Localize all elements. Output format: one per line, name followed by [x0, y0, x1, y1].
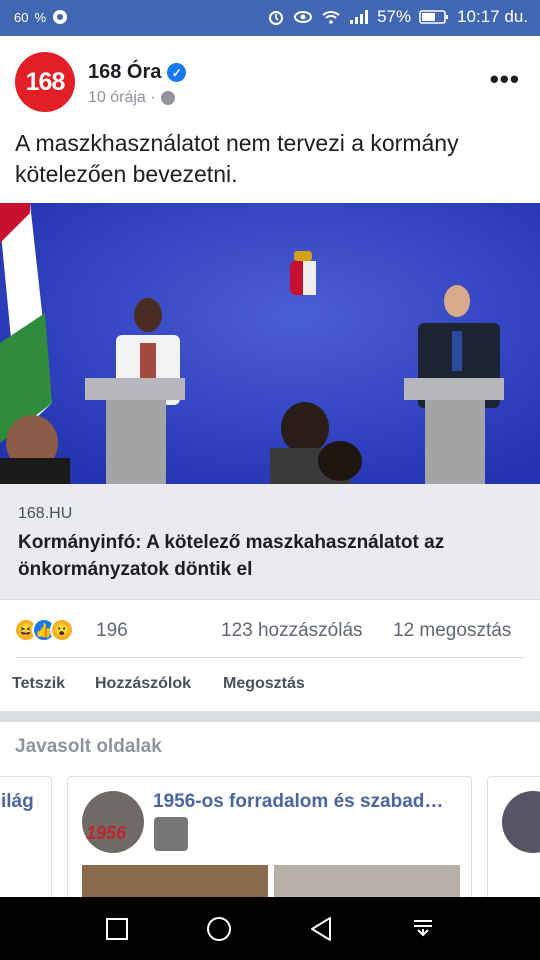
status-left: 60% — [14, 9, 68, 25]
comment-count[interactable]: 123 hozzászólás — [221, 620, 363, 642]
suggested-card-next-avatar — [502, 791, 540, 853]
page-name-row[interactable]: 168 Óra ✓ — [88, 61, 187, 84]
reaction-count[interactable]: 196 — [96, 620, 128, 642]
verified-badge-icon: ✓ — [167, 63, 187, 82]
home-icon[interactable] — [204, 914, 234, 944]
globe-icon — [160, 91, 175, 105]
alarm-icon — [269, 11, 284, 25]
wifi-icon — [322, 11, 340, 24]
page-avatar-text: 168 — [25, 67, 66, 96]
share-count[interactable]: 12 megosztás — [393, 620, 511, 642]
post-text: A maszkhasználatot nem tervezi a kormány… — [15, 130, 459, 187]
reaction-icons[interactable]: 😆 👍 😮 — [14, 618, 74, 642]
suggested-pages-heading: Javasolt oldalak — [15, 736, 162, 757]
like-button[interactable]: Tetszik — [12, 675, 65, 693]
page-avatar[interactable]: 168 — [15, 52, 75, 112]
post-actions: Tetszik Hozzászólok Megosztás — [0, 660, 540, 710]
suggested-card-title[interactable]: 1956-os forradalom és szabad… — [153, 791, 463, 813]
suggested-card-previous-title: ilág — [1, 791, 34, 812]
signal-icon — [350, 10, 369, 24]
divider — [15, 657, 525, 658]
battery-icon — [419, 10, 449, 24]
browser-icon — [53, 10, 68, 24]
photo-illustration — [0, 203, 540, 484]
suggested-card-avatar[interactable]: 1956 — [82, 791, 144, 853]
notification-pull-icon[interactable] — [408, 914, 438, 944]
section-separator — [0, 711, 540, 722]
more-options-icon[interactable]: ••• — [490, 64, 520, 95]
comment-button[interactable]: Hozzászólok — [95, 675, 191, 693]
link-domain: 168.HU — [18, 505, 73, 522]
clock: 10:17 du. — [457, 7, 528, 26]
battery-percent: 57% — [377, 7, 412, 26]
page-name[interactable]: 168 Óra — [88, 61, 161, 84]
status-left-text: 60 — [14, 9, 29, 25]
wolf-badge-icon — [154, 817, 188, 851]
status-bar: 60% 57% 10:17 du. — [0, 0, 540, 36]
status-right: 57% 10:17 du. — [267, 7, 528, 27]
suggested-card-avatar-text: 1956 — [86, 823, 127, 843]
eye-icon — [294, 11, 313, 23]
share-button[interactable]: Megosztás — [223, 675, 305, 693]
android-nav-bar — [0, 897, 540, 960]
post-photo[interactable] — [0, 203, 540, 484]
reactions-bar: 😆 👍 😮 196 123 hozzászólás 12 megosztás — [0, 600, 540, 658]
post-time[interactable]: 10 órája · — [88, 89, 156, 107]
suggested-card-next[interactable] — [487, 776, 540, 906]
wow-reaction-icon: 😮 — [50, 618, 74, 642]
link-title: Kormányinfó: A kötelező maszkahasználato… — [18, 532, 445, 580]
back-icon[interactable] — [306, 914, 336, 944]
link-preview[interactable]: 168.HU Kormányinfó: A kötelező maszkahas… — [0, 484, 540, 600]
suggested-card-previous[interactable]: ilág — [0, 776, 52, 906]
suggested-card[interactable]: 1956 1956-os forradalom és szabad… — [67, 776, 472, 906]
post-meta: 10 órája · — [88, 89, 175, 107]
post-header: 168 168 Óra ✓ 10 órája · ••• — [0, 36, 540, 124]
recent-apps-icon[interactable] — [102, 914, 132, 944]
